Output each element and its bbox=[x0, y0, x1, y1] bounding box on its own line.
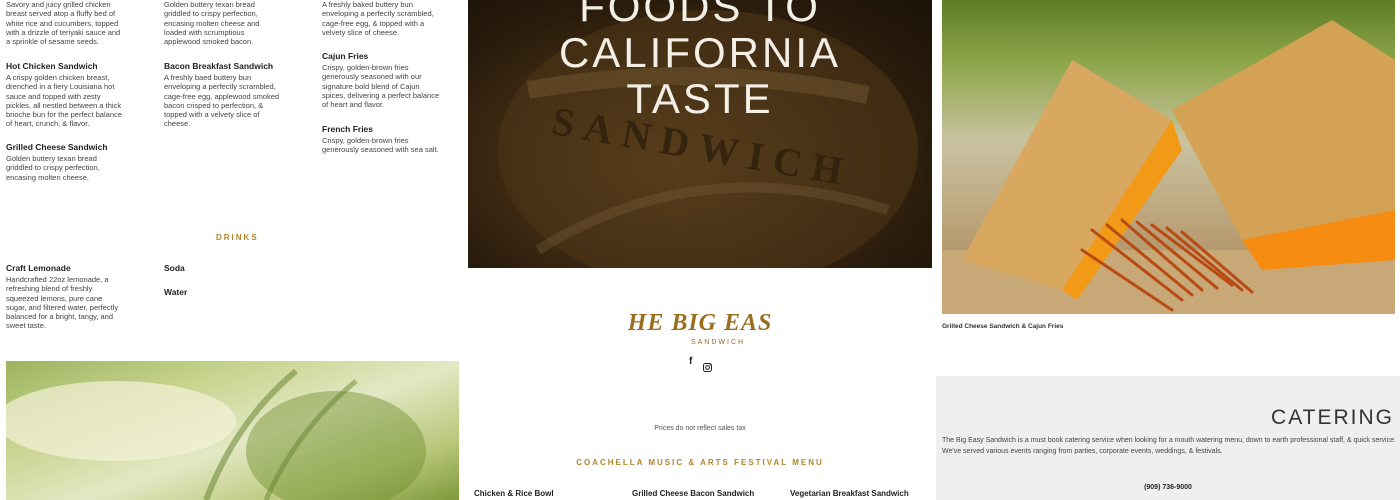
menu-item-title: French Fries bbox=[322, 124, 374, 134]
menu-item-cajun-fries: Cajun Fries Crispy, golden-brown fries g… bbox=[322, 51, 440, 109]
drinks-heading: DRINKS bbox=[216, 233, 259, 242]
menu-item-french-fries: French Fries Crispy, golden-brown fries … bbox=[322, 124, 440, 155]
menu-item-bacon-breakfast: Bacon Breakfast Sandwich A freshly baed … bbox=[164, 61, 282, 129]
menu-item-desc: Handcrafted 22oz lemonade, a refreshing … bbox=[6, 275, 119, 331]
menu-item-col3-0: A freshly baked buttery bun enveloping a… bbox=[322, 0, 440, 37]
festival-item: Grilled Cheese Bacon Sandwich bbox=[632, 489, 755, 498]
hero-title-line2: TASTE bbox=[626, 75, 774, 122]
menu-item-desc: A freshly baed buttery bun enveloping a … bbox=[164, 73, 280, 129]
facebook-icon[interactable]: f bbox=[689, 356, 692, 367]
salad-photo bbox=[6, 361, 459, 500]
brand-logo[interactable]: THE BIG EASY SANDWICH bbox=[612, 296, 788, 352]
menu-item-desc: Golden buttery texan bread griddled to c… bbox=[6, 154, 100, 182]
hero-title: FOODS TO CALIFORNIA TASTE bbox=[468, 0, 932, 122]
menu-item-desc: Golden buttery texan bread griddled to c… bbox=[164, 0, 260, 47]
hero-banner: SANDWICH FOODS TO CALIFORNIA TASTE bbox=[468, 0, 932, 268]
logo-text: THE BIG EASY bbox=[628, 310, 773, 336]
menu-item-water: Water bbox=[164, 287, 282, 299]
photo-caption: Grilled Cheese Sandwich & Cajun Fries bbox=[942, 323, 1064, 330]
festival-item: Chicken & Rice Bowl bbox=[474, 489, 554, 498]
menu-item-hot-chicken: Hot Chicken Sandwich A crispy golden chi… bbox=[6, 61, 124, 129]
menu-item-title: Bacon Breakfast Sandwich bbox=[164, 61, 274, 71]
festival-item: Vegetarian Breakfast Sandwich bbox=[790, 489, 909, 498]
catering-phone[interactable]: (909) 736-9000 bbox=[936, 484, 1400, 491]
hero-title-line1: FOODS TO CALIFORNIA bbox=[558, 0, 842, 76]
menu-item-grilled-cheese: Grilled Cheese Sandwich Golden buttery t… bbox=[6, 142, 124, 182]
menu-item-title: Soda bbox=[164, 263, 185, 273]
menu-item-title: Water bbox=[164, 287, 188, 297]
menu-item-title: Cajun Fries bbox=[322, 51, 369, 61]
menu-item-col2-0: Golden buttery texan bread griddled to c… bbox=[164, 0, 282, 46]
menu-item-craft-lemonade: Craft Lemonade Handcrafted 22oz lemonade… bbox=[6, 263, 124, 331]
catering-heading: CATERING bbox=[1271, 406, 1394, 429]
grilled-cheese-photo bbox=[942, 0, 1395, 314]
festival-menu-heading: COACHELLA MUSIC & ARTS FESTIVAL MENU bbox=[576, 458, 824, 467]
logo-subtext: SANDWICH bbox=[691, 339, 745, 346]
menu-item-desc: Crispy, golden-brown fries generously se… bbox=[322, 136, 439, 155]
menu-item-desc: A freshly baked buttery bun enveloping a… bbox=[322, 0, 434, 37]
menu-item-soda: Soda bbox=[164, 263, 282, 275]
menu-item-col1-0: Savory and juicy grilled chicken breast … bbox=[6, 0, 124, 46]
menu-item-title: Craft Lemonade bbox=[6, 263, 71, 273]
instagram-icon[interactable] bbox=[703, 359, 712, 377]
menu-item-desc: Crispy, golden-brown fries generously se… bbox=[322, 63, 440, 110]
prices-note: Prices do not reflect sales tax bbox=[654, 425, 746, 432]
menu-item-title: Hot Chicken Sandwich bbox=[6, 61, 98, 71]
catering-section: CATERING The Big Easy Sandwich is a must… bbox=[936, 376, 1400, 500]
menu-item-title: Grilled Cheese Sandwich bbox=[6, 142, 108, 152]
menu-item-desc: A crispy golden chicken breast, drenched… bbox=[6, 73, 122, 129]
catering-text: The Big Easy Sandwich is a must book cat… bbox=[942, 437, 1396, 455]
menu-item-desc: Savory and juicy grilled chicken breast … bbox=[6, 0, 121, 47]
